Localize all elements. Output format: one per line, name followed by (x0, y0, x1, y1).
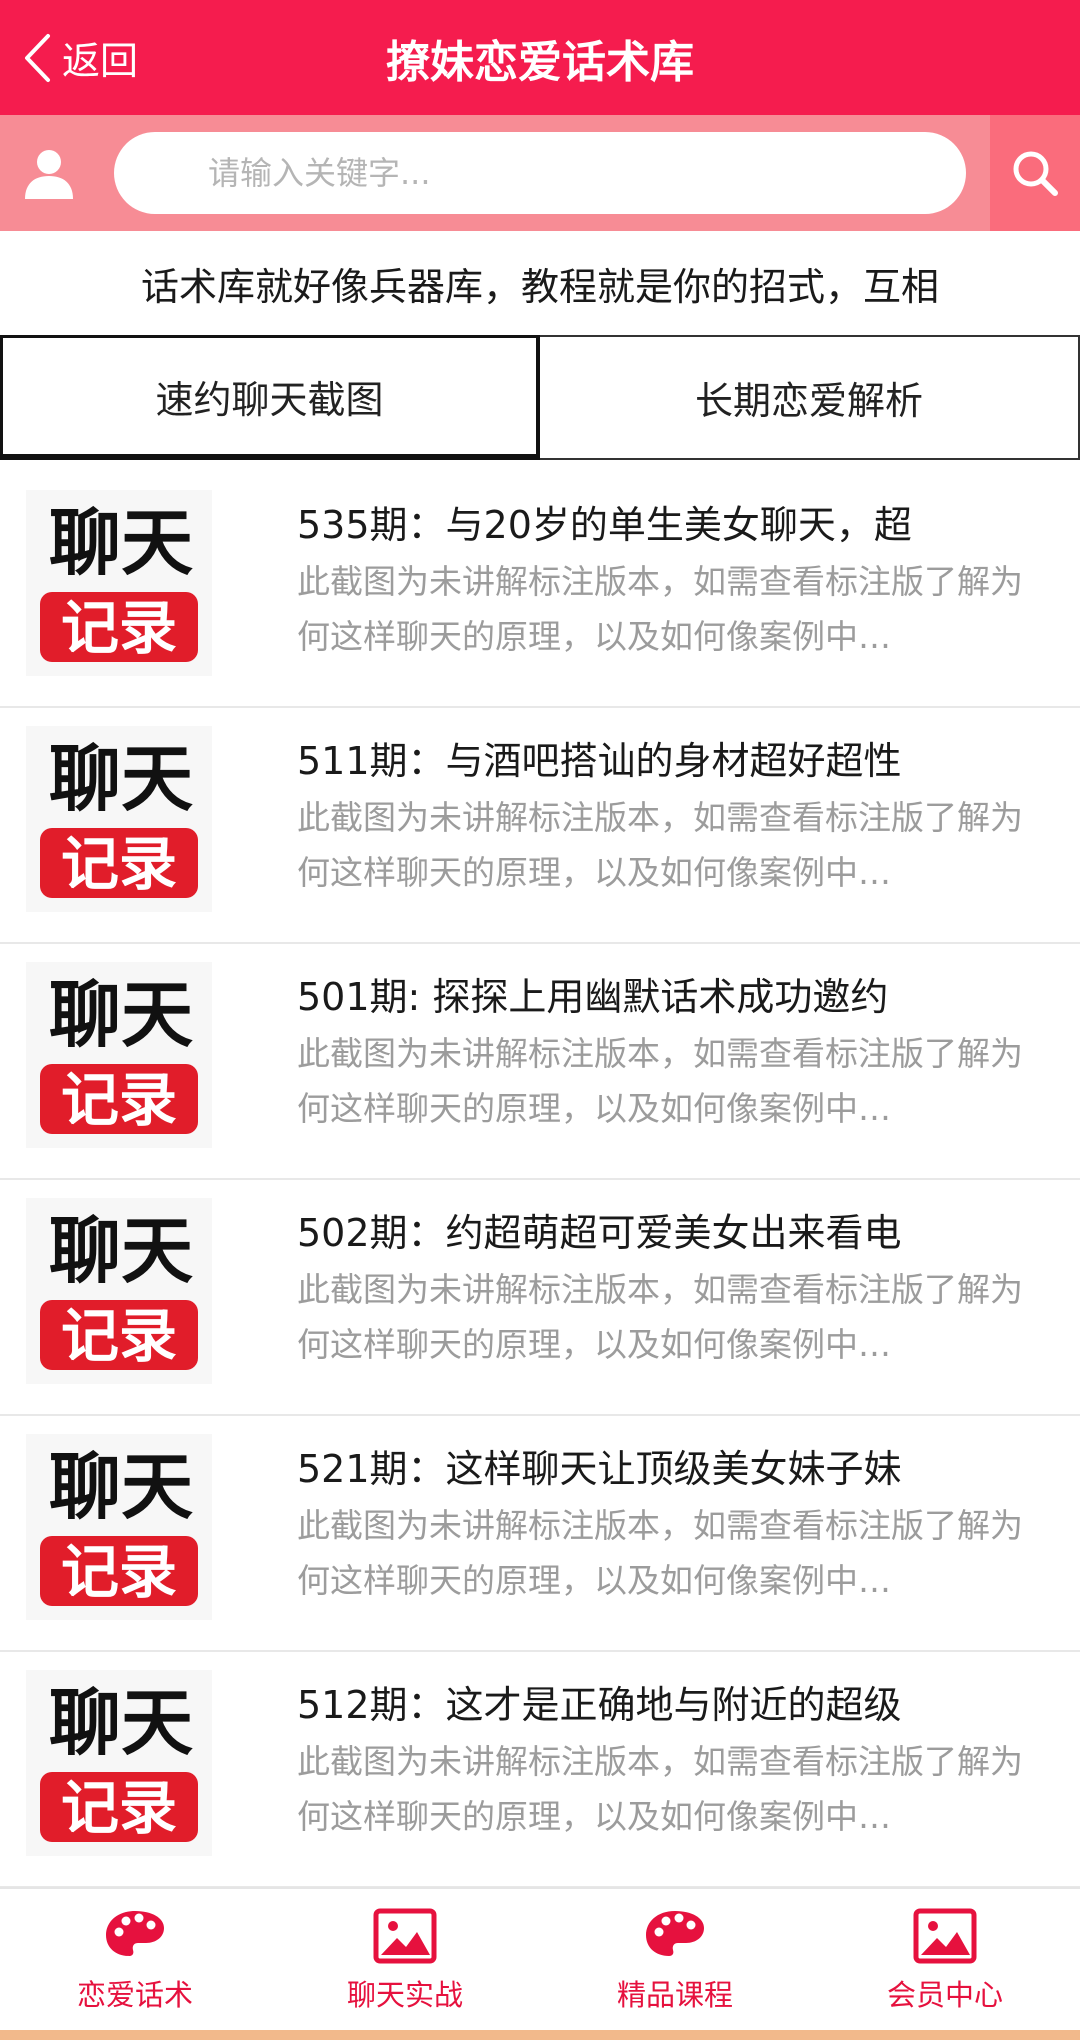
list-item[interactable]: 聊天 记录 521期：这样聊天让顶级美女妹子妹 此截图为未讲解标注版本，如需查看… (0, 1416, 1080, 1652)
back-button[interactable]: 返回 (22, 20, 138, 95)
search-input[interactable] (114, 132, 966, 214)
item-description: 此截图为未讲解标注版本，如需查看标注版了解为何这样聊天的原理，以及如何像案例中… (297, 798, 1023, 892)
palette-icon (106, 1910, 164, 1956)
item-description: 此截图为未讲解标注版本，如需查看标注版了解为何这样聊天的原理，以及如何像案例中… (297, 1742, 1023, 1836)
picture-icon (913, 1908, 977, 1963)
thumbnail-top-text: 聊天 (49, 736, 193, 821)
thumbnail-bottom-text: 记录 (61, 1538, 177, 1606)
item-title: 535期：与20岁的单生美女聊天，超 (297, 503, 912, 547)
thumbnail-top-text: 聊天 (49, 972, 193, 1057)
bottom-nav: 恋爱话术 聊天实战 精品课程 会员中心 (0, 1887, 1080, 2032)
thumbnail-top-text: 聊天 (49, 1444, 193, 1529)
page-title: 撩妹恋爱话术库 (386, 36, 694, 88)
app-header: 返回 撩妹恋爱话术库 (0, 0, 1080, 115)
nav-item-love-scripts[interactable]: 恋爱话术 (0, 1889, 270, 2032)
back-label: 返回 (62, 39, 139, 83)
list-item[interactable]: 聊天 记录 502期：约超萌超可爱美女出来看电 此截图为未讲解标注版本，如需查看… (0, 1180, 1080, 1416)
search-icon (1013, 151, 1058, 196)
thumbnail-bottom-text: 记录 (61, 1774, 177, 1842)
item-title: 521期：这样聊天让顶级美女妹子妹 (297, 1447, 902, 1491)
list-item[interactable]: 聊天 记录 512期：这才是正确地与附近的超级 此截图为未讲解标注版本，如需查看… (0, 1652, 1080, 1888)
article-list: 聊天 记录 535期：与20岁的单生美女聊天，超 此截图为未讲解标注版本，如需查… (0, 472, 1080, 1888)
nav-label: 恋爱话术 (76, 1977, 193, 2012)
chat-record-thumbnail: 聊天 记录 (26, 726, 212, 912)
chat-record-thumbnail: 聊天 记录 (26, 1434, 212, 1620)
item-description: 此截图为未讲解标注版本，如需查看标注版了解为何这样聊天的原理，以及如何像案例中… (297, 1034, 1023, 1128)
tab-quick-date-screenshots[interactable]: 速约聊天截图 (0, 335, 540, 460)
thumbnail-top-text: 聊天 (49, 1208, 193, 1293)
item-description: 此截图为未讲解标注版本，如需查看标注版了解为何这样聊天的原理，以及如何像案例中… (297, 562, 1023, 656)
thumbnail-bottom-text: 记录 (61, 1066, 177, 1134)
chat-record-thumbnail: 聊天 记录 (26, 962, 212, 1148)
chat-record-thumbnail: 聊天 记录 (26, 490, 212, 676)
thumbnail-top-text: 聊天 (49, 500, 193, 585)
item-title: 501期: 探探上用幽默话术成功邀约 (297, 975, 889, 1019)
list-item[interactable]: 聊天 记录 535期：与20岁的单生美女聊天，超 此截图为未讲解标注版本，如需查… (0, 472, 1080, 708)
item-title: 512期：这才是正确地与附近的超级 (297, 1683, 902, 1727)
list-item[interactable]: 聊天 记录 501期: 探探上用幽默话术成功邀约 此截图为未讲解标注版本，如需查… (0, 944, 1080, 1180)
item-description: 此截图为未讲解标注版本，如需查看标注版了解为何这样聊天的原理，以及如何像案例中… (297, 1270, 1023, 1364)
chat-record-thumbnail: 聊天 记录 (26, 1198, 212, 1384)
item-title: 502期：约超萌超可爱美女出来看电 (297, 1211, 902, 1255)
chevron-left-icon (25, 33, 50, 82)
intro-text: 话术库就好像兵器库，教程就是你的招式，互相 (140, 264, 939, 309)
thumbnail-bottom-text: 记录 (61, 830, 177, 898)
nav-label: 聊天实战 (346, 1977, 463, 2012)
nav-item-premium-courses[interactable]: 精品课程 (540, 1889, 810, 2032)
search-bar (0, 115, 1080, 231)
thumbnail-bottom-text: 记录 (61, 594, 177, 662)
bottom-edge-strip (0, 2030, 1080, 2040)
nav-item-chat-practice[interactable]: 聊天实战 (270, 1889, 540, 2032)
picture-icon (373, 1908, 437, 1963)
thumbnail-top-text: 聊天 (49, 1680, 193, 1765)
nav-label: 会员中心 (886, 1977, 1003, 2012)
item-title: 511期：与酒吧搭讪的身材超好超性 (297, 739, 902, 783)
list-item[interactable]: 聊天 记录 511期：与酒吧搭讪的身材超好超性 此截图为未讲解标注版本，如需查看… (0, 708, 1080, 944)
search-button[interactable] (990, 115, 1080, 231)
user-icon[interactable] (22, 145, 76, 201)
nav-item-member-center[interactable]: 会员中心 (810, 1889, 1080, 2032)
nav-label: 精品课程 (616, 1977, 733, 2012)
tab-long-term-analysis[interactable]: 长期恋爱解析 (540, 335, 1080, 460)
category-tabs: 速约聊天截图 长期恋爱解析 (0, 335, 1080, 460)
chat-record-thumbnail: 聊天 记录 (26, 1670, 212, 1856)
item-description: 此截图为未讲解标注版本，如需查看标注版了解为何这样聊天的原理，以及如何像案例中… (297, 1506, 1023, 1600)
palette-icon (646, 1910, 704, 1956)
thumbnail-bottom-text: 记录 (61, 1302, 177, 1370)
